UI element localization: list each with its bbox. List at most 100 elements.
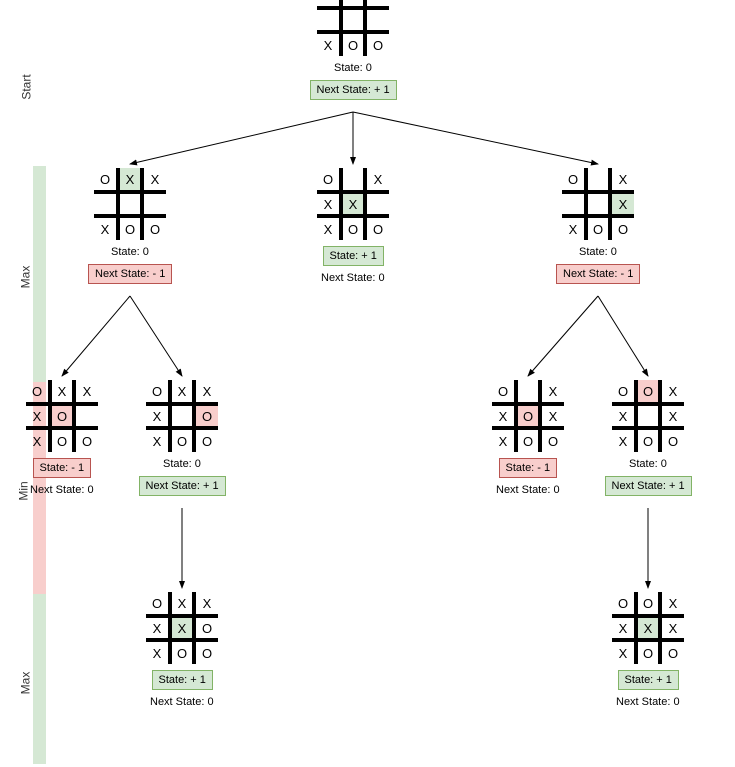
board-cell: X xyxy=(660,380,684,404)
board-n3: OXXOXXOO xyxy=(492,380,564,452)
board-cell: O xyxy=(586,216,610,240)
board-cell: X xyxy=(612,404,636,428)
board-cell: O xyxy=(170,640,194,664)
board-cell: O xyxy=(636,428,660,452)
board-root: OXXOO xyxy=(317,0,389,56)
board-cell: O xyxy=(118,216,142,240)
board-cell: X xyxy=(170,380,194,404)
board-cell: O xyxy=(610,216,634,240)
board-cell xyxy=(365,8,389,32)
board-cell: O xyxy=(194,428,218,452)
board-cell: X xyxy=(317,192,341,216)
board-cell: O xyxy=(636,380,660,404)
band-max2 xyxy=(33,594,46,764)
board-cell: X xyxy=(94,216,118,240)
board-cell: X xyxy=(146,428,170,452)
next-state-label: Next State: + 1 xyxy=(139,476,226,496)
board-cell: X xyxy=(610,192,634,216)
board-cell xyxy=(516,380,540,404)
board-n2: OXXXOXOO xyxy=(146,380,218,452)
state-label: State: 0 xyxy=(111,246,149,258)
board-m3: OXXXOO xyxy=(562,168,634,240)
board-cell: O xyxy=(94,168,118,192)
board-cell: O xyxy=(317,0,341,8)
board-cell: X xyxy=(50,380,74,404)
board-cell: O xyxy=(26,380,50,404)
board-cell: X xyxy=(26,428,50,452)
board-cell: O xyxy=(317,168,341,192)
board-cell xyxy=(170,404,194,428)
board-p2: OOXXXXXOO xyxy=(612,592,684,664)
state-label: State: + 1 xyxy=(152,670,213,690)
level-label-min: Min xyxy=(17,481,31,500)
state-label: State: - 1 xyxy=(33,458,92,478)
board-cell: X xyxy=(492,404,516,428)
tree-edge xyxy=(62,296,130,376)
board-cell: O xyxy=(612,592,636,616)
board-cell: O xyxy=(142,216,166,240)
next-state-label: Next State: 0 xyxy=(616,696,680,708)
board-cell xyxy=(586,168,610,192)
board-cell: X xyxy=(540,404,564,428)
level-label-start: Start xyxy=(20,74,34,99)
board-cell: X xyxy=(612,616,636,640)
board-cell: O xyxy=(365,32,389,56)
board-cell: O xyxy=(516,428,540,452)
board-cell: X xyxy=(612,640,636,664)
board-cell: X xyxy=(660,592,684,616)
board-cell xyxy=(341,168,365,192)
board-cell: O xyxy=(341,32,365,56)
next-state-label: Next State: - 1 xyxy=(556,264,640,284)
board-cell xyxy=(586,192,610,216)
state-label: State: 0 xyxy=(163,458,201,470)
next-state-label: Next State: - 1 xyxy=(88,264,172,284)
board-cell: O xyxy=(660,428,684,452)
board-cell: X xyxy=(146,616,170,640)
state-label: State: + 1 xyxy=(323,246,384,266)
board-cell: O xyxy=(492,380,516,404)
board-cell: X xyxy=(562,216,586,240)
board-cell: X xyxy=(365,168,389,192)
board-cell: X xyxy=(26,404,50,428)
next-state-label: Next State: 0 xyxy=(496,484,560,496)
board-cell: X xyxy=(540,380,564,404)
next-state-label: Next State: 0 xyxy=(321,272,385,284)
board-cell: O xyxy=(194,640,218,664)
board-cell xyxy=(365,192,389,216)
tree-edge xyxy=(528,296,598,376)
board-cell: O xyxy=(341,216,365,240)
board-cell xyxy=(118,192,142,216)
board-cell: O xyxy=(516,404,540,428)
board-cell: O xyxy=(636,640,660,664)
board-cell: O xyxy=(540,428,564,452)
next-state-label: Next State: + 1 xyxy=(605,476,692,496)
board-cell: O xyxy=(194,616,218,640)
board-cell xyxy=(562,192,586,216)
board-cell: O xyxy=(50,428,74,452)
tree-edge xyxy=(353,112,598,164)
board-cell: O xyxy=(74,428,98,452)
board-n4: OOXXXXOO xyxy=(612,380,684,452)
board-cell: X xyxy=(142,168,166,192)
board-cell: X xyxy=(146,640,170,664)
board-cell xyxy=(341,8,365,32)
board-cell: X xyxy=(74,380,98,404)
next-state-label: Next State: + 1 xyxy=(310,80,397,100)
next-state-label: Next State: 0 xyxy=(30,484,94,496)
state-label: State: 0 xyxy=(629,458,667,470)
board-cell: O xyxy=(365,216,389,240)
board-cell: X xyxy=(365,0,389,8)
level-label-max2: Max xyxy=(18,672,32,695)
board-cell: O xyxy=(146,380,170,404)
board-cell xyxy=(636,404,660,428)
board-p1: OXXXXOXOO xyxy=(146,592,218,664)
board-cell: O xyxy=(50,404,74,428)
board-cell: X xyxy=(636,616,660,640)
board-cell: X xyxy=(170,616,194,640)
board-cell: X xyxy=(660,404,684,428)
board-m2: OXXXXOO xyxy=(317,168,389,240)
tree-edge xyxy=(598,296,648,376)
state-label: State: 0 xyxy=(579,246,617,258)
board-cell xyxy=(341,0,365,8)
board-cell: X xyxy=(317,32,341,56)
